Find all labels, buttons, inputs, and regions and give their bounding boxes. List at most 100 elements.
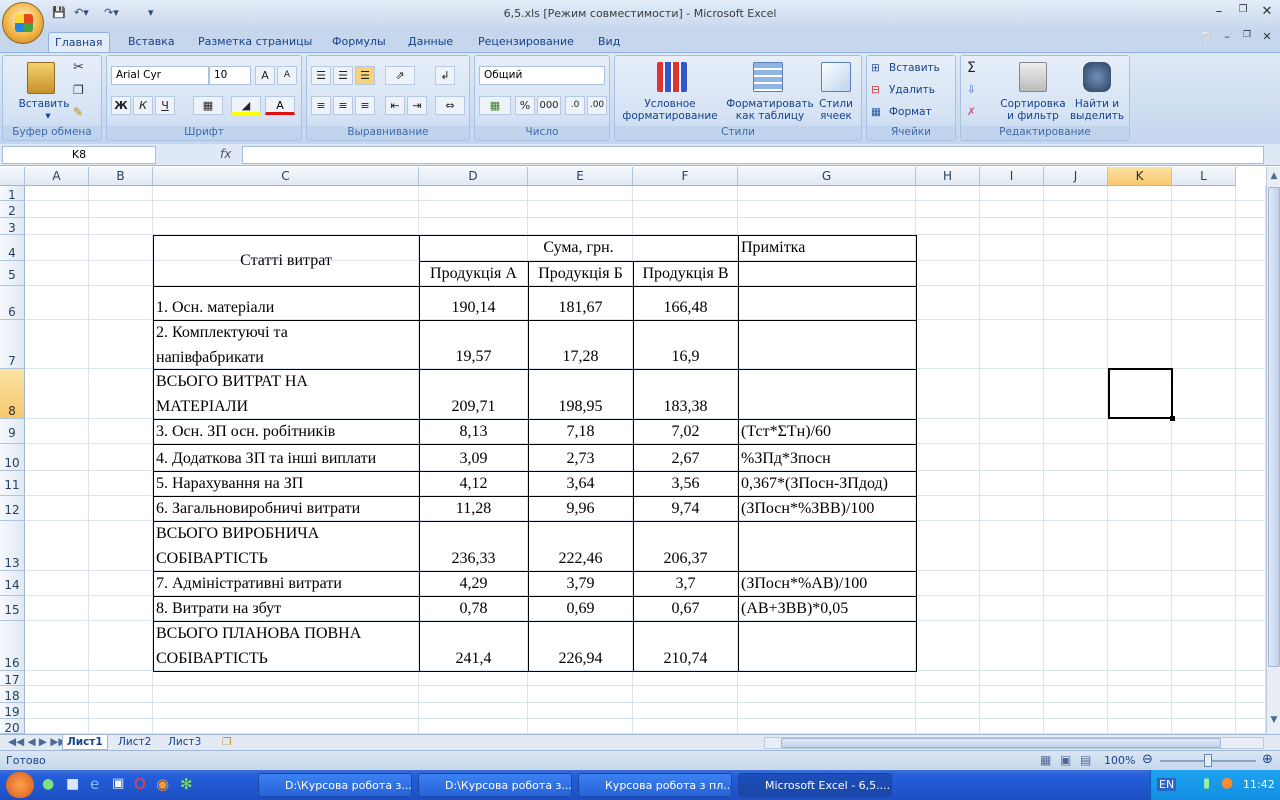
office-button[interactable] [2,2,44,44]
tray-app-icon[interactable]: ● [1221,775,1233,791]
tab-home[interactable]: Главная [48,32,110,52]
shrink-font-icon[interactable]: A [277,66,297,85]
delete-cells-button[interactable]: Удалить [889,84,935,96]
scroll-down-icon[interactable]: ▼ [1268,715,1280,727]
row-header-12[interactable]: 12 [0,496,25,521]
decrease-indent-icon[interactable]: ⇤ [385,96,405,115]
row-header-13[interactable]: 13 [0,521,25,571]
increase-indent-icon[interactable]: ⇥ [407,96,427,115]
row-header-6[interactable]: 6 [0,286,25,320]
orientation-icon[interactable]: ⇗ [385,66,415,85]
worksheet-grid[interactable]: ABCDEFGHIJKL 1 2 3 4 5 6 7 8 9 10 11 12 13 14 15 16 17 18… [0,167,1266,734]
quicklaunch-icon-1[interactable]: ● [42,776,54,792]
minimize-icon[interactable]: – [1208,4,1230,20]
tab-review[interactable]: Рецензирование [472,32,580,52]
ribbon-close-icon[interactable]: ✕ [1256,30,1278,46]
format-cells-button[interactable]: Формат [889,106,932,118]
column-header-l[interactable]: L [1172,167,1236,186]
column-header-a[interactable]: A [25,167,89,186]
column-header-c[interactable]: C [153,167,419,186]
sheet-tab-3[interactable]: Лист3 [164,735,205,750]
column-header-e[interactable]: E [528,167,633,186]
row-header-18[interactable]: 18 [0,686,25,703]
decrease-decimal-icon[interactable]: .00 [587,96,607,115]
fill-color-icon[interactable]: ◢ [231,96,261,115]
number-format-select[interactable]: Общий [479,66,605,85]
font-size-select[interactable]: 10 [209,66,251,85]
italic-button[interactable]: К [133,96,153,115]
bold-button[interactable]: Ж [111,96,131,115]
normal-view-icon[interactable]: ▦ [1040,753,1051,767]
format-as-table-label-2[interactable]: как таблицу [723,110,817,122]
row-header-9[interactable]: 9 [0,419,25,444]
column-header-f[interactable]: F [633,167,738,186]
currency-icon[interactable]: ▦ [479,96,511,115]
column-header-j[interactable]: J [1044,167,1108,186]
align-top-icon[interactable]: ☰ [311,66,331,85]
row-header-10[interactable]: 10 [0,444,25,471]
ie-icon[interactable]: e [90,775,99,793]
row-header-16[interactable]: 16 [0,621,25,671]
align-right-icon[interactable]: ≡ [355,96,375,115]
quicklaunch-icon-7[interactable]: ✻ [180,775,193,793]
clear-icon[interactable]: ✗ [967,106,976,118]
row-header-3[interactable]: 3 [0,218,25,235]
ribbon-minimize-icon[interactable]: – [1216,30,1238,46]
paste-dropdown-icon[interactable]: ▾ [43,110,53,122]
row-header-20[interactable]: 20 [0,719,25,734]
taskbar-window-2[interactable]: D:\Курсова робота з... [418,773,572,797]
row-header-19[interactable]: 19 [0,703,25,719]
insert-sheet-icon[interactable]: ❐ [218,735,235,750]
column-header-d[interactable]: D [419,167,528,186]
find-select-label-2[interactable]: выделить [1069,110,1125,122]
sheet-nav-icon[interactable]: ◀◀ ◀ ▶ ▶▶ [4,735,70,750]
thousands-button[interactable]: 000 [537,96,561,115]
zoom-slider-thumb[interactable] [1204,754,1212,767]
font-color-icon[interactable]: A [265,96,295,115]
underline-button[interactable]: Ч [155,96,175,115]
firefox-icon[interactable]: ◉ [156,775,169,793]
column-header-i[interactable]: I [980,167,1044,186]
align-middle-icon[interactable]: ☰ [333,66,353,85]
autosum-button[interactable]: Σ [967,61,976,75]
quicklaunch-icon-4[interactable]: ▣ [112,776,124,791]
fill-handle[interactable] [1170,416,1175,421]
merge-center-icon[interactable]: ⇔ [435,96,465,115]
wrap-text-icon[interactable]: ↲ [435,66,455,85]
increase-decimal-icon[interactable]: .0 [565,96,585,115]
paste-button[interactable]: Вставить [9,98,79,110]
align-left-icon[interactable]: ≡ [311,96,331,115]
save-icon[interactable]: 💾 [52,6,66,19]
redo-icon[interactable]: ↷▾ [104,6,119,19]
restore-icon[interactable]: ❐ [1232,4,1254,20]
row-header-8[interactable]: 8 [0,369,25,419]
vertical-scrollbar[interactable]: ▲ ▼ [1266,167,1280,734]
align-bottom-icon[interactable]: ☰ [355,66,375,85]
language-indicator[interactable]: EN [1157,778,1177,791]
column-header-h[interactable]: H [916,167,980,186]
insert-cells-button[interactable]: Вставить [889,62,940,74]
sort-filter-label-2[interactable]: и фильтр [995,110,1071,122]
quicklaunch-icon-2[interactable]: ■ [66,776,79,792]
page-break-view-icon[interactable]: ▤ [1080,753,1091,767]
row-header-4[interactable]: 4 [0,235,25,261]
page-layout-view-icon[interactable]: ▣ [1060,753,1071,767]
row-header-1[interactable]: 1 [0,186,25,202]
taskbar-window-3[interactable]: Курсова робота з пл... [578,773,732,797]
font-family-select[interactable]: Arial Cyr [111,66,209,85]
signal-icon[interactable]: ▮ [1203,776,1210,791]
tab-insert[interactable]: Вставка [122,32,181,52]
row-header-11[interactable]: 11 [0,471,25,496]
borders-icon[interactable]: ▦ [193,96,223,115]
zoom-level[interactable]: 100% [1104,754,1135,767]
taskbar-window-1[interactable]: D:\Курсова робота з... [258,773,412,797]
close-icon[interactable]: ✕ [1256,4,1278,20]
row-header-5[interactable]: 5 [0,261,25,286]
vertical-scroll-thumb[interactable] [1268,187,1280,667]
row-header-2[interactable]: 2 [0,201,25,218]
insert-function-button[interactable]: fx [220,147,231,161]
scroll-up-icon[interactable]: ▲ [1268,171,1280,183]
cell-styles-label[interactable]: Стили [813,98,859,110]
format-as-table-label[interactable]: Форматировать [723,98,817,110]
cell-styles-label-2[interactable]: ячеек [813,110,859,122]
